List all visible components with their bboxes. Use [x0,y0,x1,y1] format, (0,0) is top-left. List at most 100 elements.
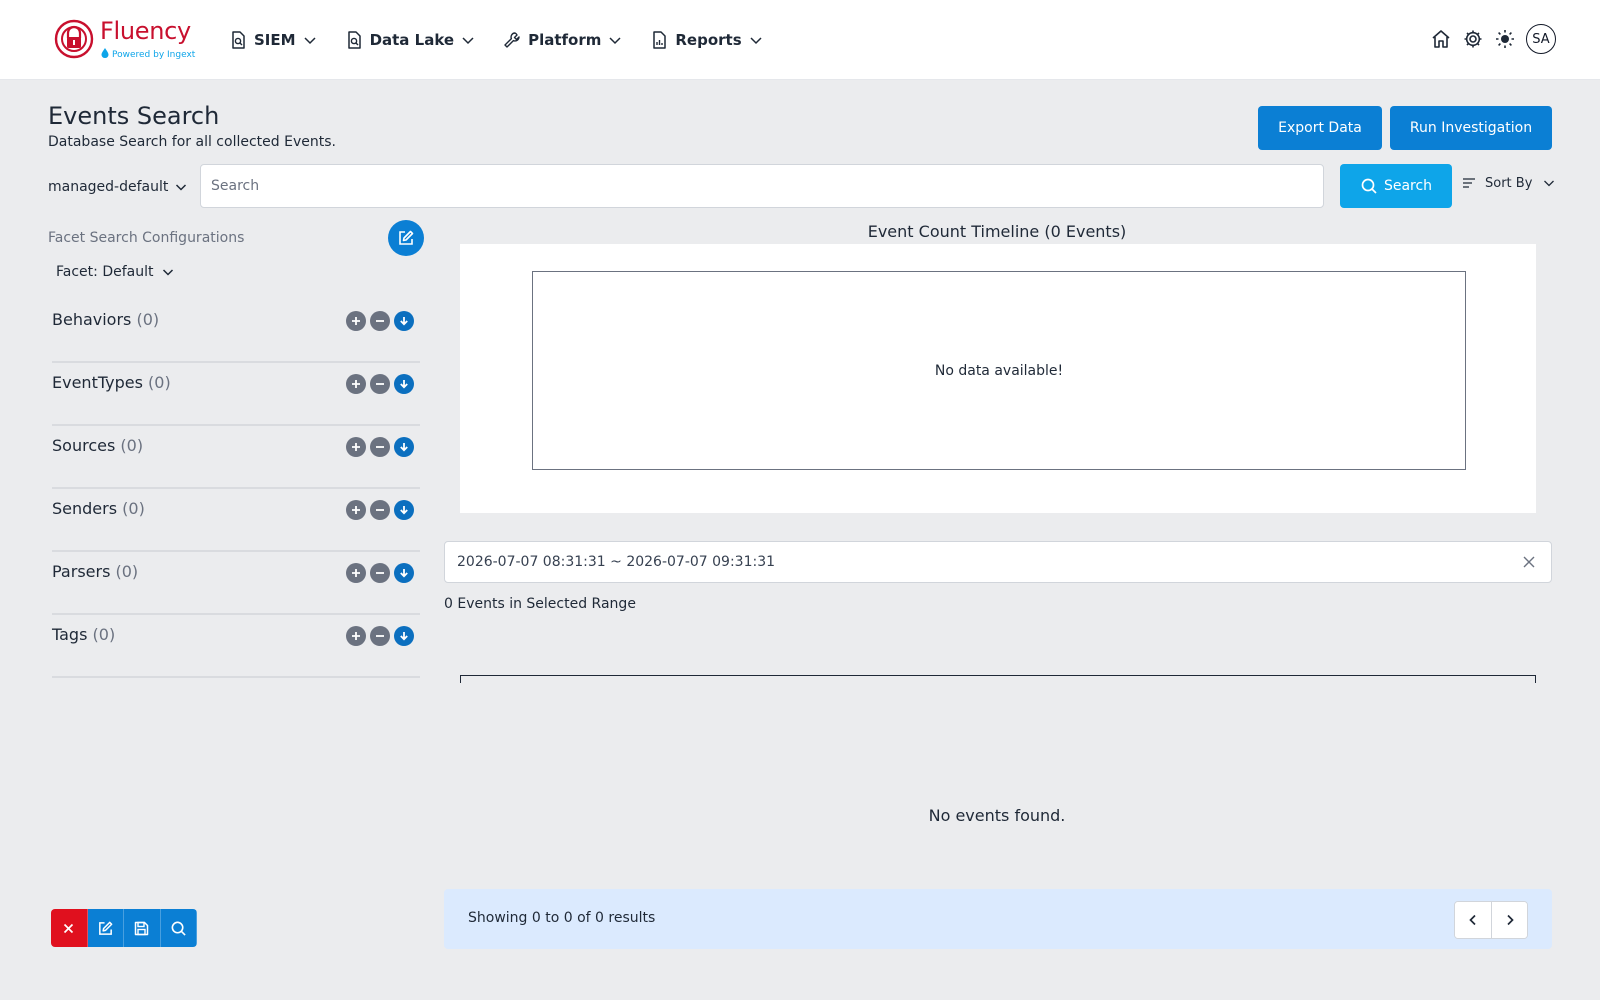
arrow-down-icon [400,443,408,452]
nav-platform-label: Platform [528,31,602,49]
nav-siem-label: SIEM [254,31,296,49]
plus-icon [352,569,360,577]
facet-expand-button[interactable] [394,374,414,394]
time-range-picker[interactable]: 2026-07-07 08:31:31 ~ 2026-07-07 09:31:3… [444,541,1552,583]
timeline-empty-message: No data available! [934,362,1064,379]
search-button[interactable]: Search [1340,164,1452,208]
facet-exclude-button[interactable] [370,563,390,583]
facet-actions [342,626,414,646]
facet-row-senders[interactable]: Senders (0) [52,489,420,552]
facet-exclude-button[interactable] [370,500,390,520]
no-events-message: No events found. [928,806,1066,825]
search-icon [171,921,186,936]
namespace-value: managed-default [48,179,169,195]
top-right-actions: SA [1420,22,1556,56]
clear-facets-button[interactable] [51,909,88,947]
fluency-logo-icon [54,19,94,59]
facet-row-parsers[interactable]: Parsers (0) [52,552,420,615]
facet-config-value: Facet: Default [56,264,154,280]
brand-logo[interactable]: Fluency Powered by Ingext [54,17,195,62]
facet-row-behaviors[interactable]: Behaviors (0) [52,300,420,363]
facet-actions [342,437,414,457]
facet-include-button[interactable] [346,563,366,583]
facet-include-button[interactable] [346,437,366,457]
facet-expand-button[interactable] [394,563,414,583]
timeline-title: Event Count Timeline (0 Events) [867,222,1127,241]
facet-expand-button[interactable] [394,437,414,457]
facet-expand-button[interactable] [394,626,414,646]
events-count-text: 0 Events in Selected Range [444,596,636,612]
facet-count: (0) [115,562,139,581]
facet-actions [342,374,414,394]
minus-icon [376,635,384,637]
chevron-right-icon [1506,914,1514,926]
facet-row-sources[interactable]: Sources (0) [52,426,420,489]
brand-name: Fluency [100,17,191,45]
run-investigation-button[interactable]: Run Investigation [1390,106,1552,150]
facet-include-button[interactable] [346,374,366,394]
chevron-down-icon [462,37,474,45]
previous-page-button[interactable] [1455,902,1491,938]
timeline-chart-area: No data available! [532,271,1466,470]
arrow-down-icon [400,380,408,389]
minus-icon [376,320,384,322]
facet-name: EventTypes [52,373,143,392]
gear-icon[interactable] [1462,28,1484,50]
plus-icon [352,506,360,514]
facet-config-select[interactable]: Facet: Default [56,262,175,282]
run-query-button[interactable] [160,909,197,947]
facet-expand-button[interactable] [394,500,414,520]
nav-platform[interactable]: Platform [502,24,623,56]
facet-exclude-button[interactable] [370,626,390,646]
facet-count: (0) [136,310,160,329]
wrench-icon [504,32,520,48]
sort-lines-icon [1463,178,1475,188]
facet-exclude-button[interactable] [370,437,390,457]
user-avatar[interactable]: SA [1526,24,1556,54]
facet-actions [342,500,414,520]
edit-icon [98,921,113,935]
facet-exclude-button[interactable] [370,311,390,331]
edit-query-button[interactable] [87,909,124,947]
facet-name: Sources [52,436,116,455]
chevron-down-icon [750,37,762,45]
chevron-down-icon [1544,180,1555,187]
facet-exclude-button[interactable] [370,374,390,394]
sort-by-dropdown[interactable]: Sort By [1462,174,1556,192]
facet-name: Tags [52,625,88,644]
arrow-down-icon [400,569,408,578]
facet-include-button[interactable] [346,311,366,331]
export-data-button[interactable]: Export Data [1258,106,1382,150]
pagination-summary: Showing 0 to 0 of 0 results [468,910,656,926]
plus-icon [352,443,360,451]
sun-icon[interactable] [1494,28,1516,50]
facet-row-tags[interactable]: Tags (0) [52,615,420,678]
save-query-button[interactable] [124,909,161,947]
facet-include-button[interactable] [346,500,366,520]
facet-actions [342,311,414,331]
namespace-select[interactable]: managed-default [48,176,188,198]
top-navbar: Fluency Powered by Ingext SIEM Data Lake… [0,0,1600,80]
nav-data-lake-label: Data Lake [369,31,455,49]
nav-reports[interactable]: Reports [649,24,763,56]
chevron-down-icon [609,37,621,45]
facet-include-button[interactable] [346,626,366,646]
facet-name: Behaviors [52,310,132,329]
next-page-button[interactable] [1491,902,1527,938]
nav-siem[interactable]: SIEM [228,24,318,56]
chevron-down-icon [304,37,316,45]
facet-name: Senders [52,499,118,518]
search-input[interactable] [200,164,1324,208]
facet-expand-button[interactable] [394,311,414,331]
home-icon[interactable] [1430,28,1452,50]
droplet-icon [101,48,109,58]
chevron-left-icon [1469,914,1476,926]
results-table-border [460,675,1536,683]
facet-edit-button[interactable] [388,220,424,256]
facet-row-eventtypes[interactable]: EventTypes (0) [52,363,420,426]
search-icon [1361,178,1377,194]
nav-data-lake[interactable]: Data Lake [344,24,477,56]
chevron-down-icon [176,184,187,191]
search-button-label: Search [1383,178,1433,194]
close-icon[interactable] [1521,554,1537,570]
